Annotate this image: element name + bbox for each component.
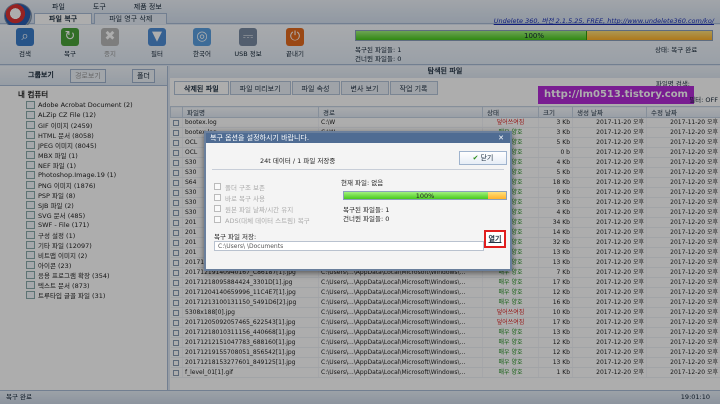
dialog-title-bar: 복구 옵션을 설정하시기 바랍니다. ✕: [206, 133, 510, 143]
option-ads-recovery[interactable]: ADS(대체 데이터 스트림) 복구: [214, 214, 310, 225]
save-folder-label: 복구 파일 저장:: [214, 233, 257, 241]
dialog-title: 복구 옵션을 설정하시기 바랍니다.: [210, 134, 310, 142]
dialog-options: 폴더 구조 보존 바로 복구 사용 원본 파일 날짜/시간 유지 ADS(대체 …: [214, 181, 310, 225]
current-file-text: 현재 파일: 없음: [341, 179, 384, 187]
dialog-close-button[interactable]: ✔ 닫기: [459, 151, 507, 165]
open-folder-button[interactable]: 열기: [484, 230, 506, 248]
dialog-divider: [212, 169, 504, 170]
dialog-skipped-count: 건너뛴 파일들: 0: [343, 215, 390, 223]
checkbox[interactable]: [214, 194, 221, 201]
checkmark-icon: ✔: [472, 154, 479, 162]
option-label: 바로 복구 사용: [225, 194, 266, 203]
checkbox[interactable]: [214, 216, 221, 223]
dialog-close-label: 닫기: [480, 154, 494, 162]
dialog-progress-bar: 100%: [343, 191, 507, 200]
dialog-progress-label: 100%: [415, 192, 435, 200]
checkbox[interactable]: [214, 183, 221, 190]
recovery-options-dialog: 복구 옵션을 설정하시기 바랍니다. ✕ 24t 데이터 / 1 파일 저장중 …: [204, 131, 512, 271]
option-label: 원본 파일 날짜/시간 유지: [225, 205, 294, 214]
option-keep-datetime[interactable]: 원본 파일 날짜/시간 유지: [214, 203, 310, 214]
close-icon[interactable]: ✕: [498, 133, 504, 143]
option-quick-recovery[interactable]: 바로 복구 사용: [214, 192, 310, 203]
dialog-progress-text: 24t 데이터 / 1 파일 저장중: [260, 157, 336, 165]
checkbox[interactable]: [214, 205, 221, 212]
save-folder-path-input[interactable]: C:\Users\ \Documents: [214, 241, 484, 251]
option-label: 폴더 구조 보존: [225, 183, 266, 192]
option-label: ADS(대체 데이터 스트림) 복구: [225, 216, 310, 225]
option-keep-folder-structure[interactable]: 폴더 구조 보존: [214, 181, 310, 192]
